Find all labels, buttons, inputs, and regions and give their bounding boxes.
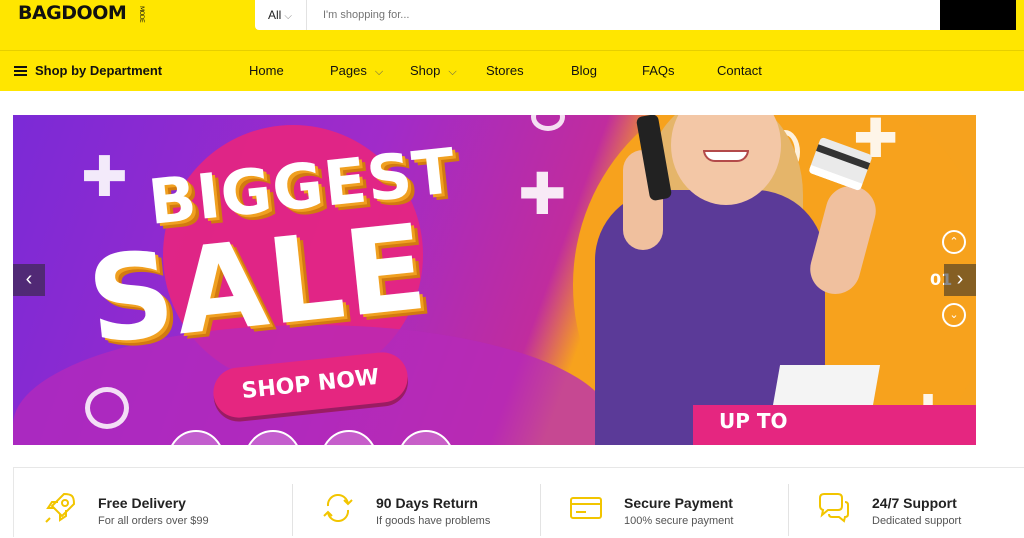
nav-item-blog[interactable]: Blog bbox=[571, 63, 597, 78]
search-button[interactable] bbox=[940, 0, 1016, 30]
nav-item-shop[interactable]: Shop ⌵ bbox=[410, 63, 457, 79]
department-label: Shop by Department bbox=[35, 63, 163, 78]
main-navigation: Shop by Department Home Pages ⌵ Shop ⌵ Sto… bbox=[0, 50, 1024, 91]
plus-decoration: ✚ bbox=[81, 145, 128, 210]
ring-decoration bbox=[85, 387, 129, 429]
nav-item-contact[interactable]: Contact bbox=[717, 63, 762, 78]
feature-subtitle: Dedicated support bbox=[872, 515, 962, 527]
slide-up-button[interactable]: ⌃ bbox=[942, 230, 966, 254]
feature-secure-payment: Secure Payment 100% secure payment bbox=[540, 468, 788, 538]
chat-icon bbox=[819, 493, 849, 523]
model-hand bbox=[804, 180, 882, 300]
menu-icon bbox=[14, 66, 27, 76]
top-header: BAGDOOM MODE All ⌵ bbox=[0, 0, 1024, 50]
nav-item-pages[interactable]: Pages ⌵ bbox=[330, 63, 383, 79]
feature-title: 24/7 Support bbox=[872, 495, 957, 511]
nav-item-shop-label: Shop bbox=[410, 63, 441, 78]
nav-item-pages-label: Pages bbox=[330, 63, 367, 78]
search-category-label: All bbox=[268, 8, 282, 22]
credit-card-icon bbox=[570, 497, 602, 519]
nav-item-faqs[interactable]: FAQs bbox=[642, 63, 675, 78]
feature-subtitle: For all orders over $99 bbox=[98, 515, 209, 527]
feature-subtitle: If goods have problems bbox=[376, 515, 491, 527]
feature-subtitle: 100% secure payment bbox=[624, 515, 734, 527]
logo-subtext: MODE bbox=[138, 6, 145, 23]
feature-title: Free Delivery bbox=[98, 495, 186, 511]
shop-by-department-button[interactable]: Shop by Department bbox=[14, 63, 162, 78]
chevron-down-icon: ⌵ bbox=[284, 11, 292, 22]
hero-banner[interactable]: ✚ ✚ ✚ ✚ BIGGEST SALE SHOP NOW UP TO ⌃ ⌄ bbox=[13, 115, 976, 445]
chevron-down-icon: ⌵ bbox=[448, 66, 457, 78]
features-bar: Free Delivery For all orders over $99 90… bbox=[13, 467, 1024, 537]
search-input[interactable] bbox=[315, 0, 915, 30]
nav-item-home[interactable]: Home bbox=[249, 63, 284, 78]
feature-support: 24/7 Support Dedicated support bbox=[788, 468, 1024, 538]
site-logo[interactable]: BAGDOOM MODE bbox=[18, 2, 145, 24]
feature-return: 90 Days Return If goods have problems bbox=[292, 468, 540, 538]
plus-decoration: ✚ bbox=[518, 160, 567, 228]
search-category-select[interactable]: All ⌵ bbox=[255, 0, 307, 30]
slider-next-button[interactable]: › bbox=[944, 264, 976, 296]
logo-text: BAGDOOM bbox=[18, 2, 127, 24]
chevron-down-icon: ⌵ bbox=[374, 66, 384, 78]
feature-title: 90 Days Return bbox=[376, 495, 478, 511]
return-icon bbox=[323, 494, 353, 522]
discount-label: UP TO bbox=[693, 405, 976, 445]
feature-free-delivery: Free Delivery For all orders over $99 bbox=[14, 468, 292, 538]
ring-decoration bbox=[531, 115, 565, 131]
feature-title: Secure Payment bbox=[624, 495, 733, 511]
nav-item-stores[interactable]: Stores bbox=[486, 63, 524, 78]
search-bar: All ⌵ bbox=[255, 0, 1016, 30]
slide-down-button[interactable]: ⌄ bbox=[942, 303, 966, 327]
credit-card-icon bbox=[808, 136, 873, 192]
slider-prev-button[interactable]: ‹ bbox=[13, 264, 45, 296]
model-smile bbox=[703, 150, 749, 162]
rocket-icon bbox=[45, 492, 76, 523]
banner-model-image bbox=[583, 115, 883, 445]
